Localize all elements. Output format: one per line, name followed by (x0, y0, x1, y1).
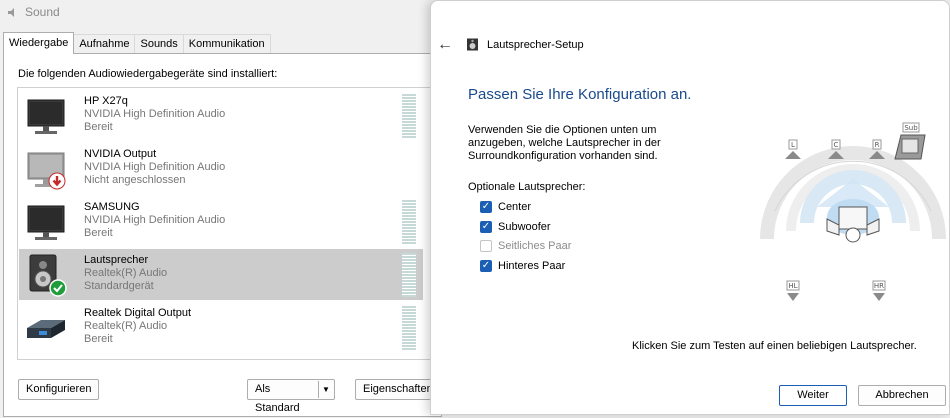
speaker-default-icon (29, 254, 67, 297)
device-status: Bereit (84, 121, 113, 133)
sound-title-bar: Sound (6, 3, 60, 21)
device-driver: NVIDIA High Definition Audio (84, 214, 226, 226)
svg-text:HL: HL (788, 282, 797, 290)
back-arrow-icon[interactable]: ← (437, 37, 453, 53)
device-driver: Realtek(R) Audio (84, 267, 168, 279)
svg-text:Sub: Sub (904, 124, 918, 132)
device-name: Lautsprecher (84, 254, 149, 266)
volume-meter (402, 306, 416, 350)
speaker-left-icon: L (785, 139, 801, 159)
setup-title: Lautsprecher-Setup (487, 39, 584, 51)
checkbox-side-pair: Seitliches Paar (480, 239, 571, 253)
checkbox-subwoofer[interactable]: ✓ Subwoofer (480, 220, 551, 234)
device-driver: NVIDIA High Definition Audio (84, 108, 226, 120)
optional-speakers-label: Optionale Lautsprecher: (468, 181, 586, 193)
chevron-down-icon[interactable]: ▼ (318, 381, 333, 398)
device-name: HP X27q (84, 95, 128, 107)
checkbox-unchecked-icon (480, 240, 492, 252)
set-default-label: Als Standard (255, 383, 300, 414)
speaker-rear-right-icon: HR (872, 280, 886, 301)
checkbox-label: Center (498, 201, 532, 213)
device-item-samsung[interactable]: SAMSUNG NVIDIA High Definition Audio Ber… (19, 196, 423, 247)
checkbox-checked-icon[interactable]: ✓ (480, 260, 492, 272)
speaker-setup-icon (467, 38, 478, 51)
set-default-button[interactable]: Als Standard ▼ (247, 379, 335, 414)
device-driver: NVIDIA High Definition Audio (84, 161, 226, 173)
volume-meter (402, 200, 416, 244)
subwoofer-icon: Sub (894, 122, 926, 160)
digital-output-icon (27, 320, 65, 338)
checkbox-label: Hinteres Paar (498, 260, 566, 272)
device-status: Nicht angeschlossen (84, 174, 186, 186)
checkbox-center[interactable]: ✓ Center (480, 200, 531, 214)
device-name: Realtek Digital Output (84, 307, 191, 319)
device-list[interactable]: HP X27q NVIDIA High Definition Audio Ber… (17, 87, 432, 360)
speaker-layout-diagram: L C R Sub HL HR (760, 122, 946, 301)
volume-meter (402, 94, 416, 138)
svg-text:HR: HR (874, 282, 884, 290)
device-item-nvidia-output[interactable]: NVIDIA Output NVIDIA High Definition Aud… (19, 143, 423, 194)
volume-meter (402, 253, 416, 297)
monitor-icon (27, 205, 65, 240)
speaker-setup-dialog: ← Lautsprecher-Setup Passen Sie Ihre Kon… (430, 0, 950, 415)
setup-description: Verwenden Sie die Optionen unten um anzu… (468, 124, 661, 162)
speaker-rear-left-icon: HL (786, 280, 800, 301)
test-hint-text: Klicken Sie zum Testen auf einen beliebi… (632, 340, 917, 352)
device-name: NVIDIA Output (84, 148, 157, 160)
device-item-hp-x27q[interactable]: HP X27q NVIDIA High Definition Audio Ber… (19, 90, 423, 141)
configure-button[interactable]: Konfigurieren (18, 379, 100, 400)
device-name: SAMSUNG (84, 201, 140, 213)
page-heading: Passen Sie Ihre Konfiguration an. (468, 86, 692, 103)
sound-tabs: Wiedergabe Aufnahme Sounds Kommunikation (3, 32, 271, 54)
checkbox-label: Seitliches Paar (498, 240, 572, 252)
cancel-button[interactable]: Abbrechen (858, 385, 946, 406)
tab-kommunikation[interactable]: Kommunikation (182, 34, 271, 54)
sound-window-title: Sound (25, 5, 60, 19)
installed-devices-label: Die folgenden Audiowiedergabegeräte sind… (18, 68, 278, 80)
device-item-realtek-digital-output[interactable]: Realtek Digital Output Realtek(R) Audio … (19, 302, 423, 353)
monitor-icon (27, 99, 65, 134)
tab-aufnahme[interactable]: Aufnahme (73, 34, 136, 54)
next-button[interactable]: Weiter (779, 385, 847, 406)
svg-text:L: L (791, 141, 795, 149)
device-status: Bereit (84, 333, 113, 345)
device-status: Standardgerät (84, 280, 154, 292)
device-status: Bereit (84, 227, 113, 239)
tab-wiedergabe[interactable]: Wiedergabe (3, 32, 75, 54)
checkbox-label: Subwoofer (498, 221, 551, 233)
device-item-lautsprecher[interactable]: Lautsprecher Realtek(R) Audio Standardge… (19, 249, 423, 300)
monitor-disconnected-icon (27, 152, 66, 190)
svg-text:R: R (875, 141, 880, 149)
device-driver: Realtek(R) Audio (84, 320, 168, 332)
checkbox-checked-icon[interactable]: ✓ (480, 201, 492, 213)
properties-button[interactable]: Eigenschaften (355, 379, 435, 400)
tab-sounds[interactable]: Sounds (134, 34, 184, 54)
svg-text:C: C (834, 141, 839, 149)
checkbox-checked-icon[interactable]: ✓ (480, 221, 492, 233)
sound-app-icon (8, 7, 14, 17)
checkbox-rear-pair[interactable]: ✓ Hinteres Paar (480, 259, 565, 273)
sound-window: Sound Wiedergabe Aufnahme Sounds Kommuni… (0, 0, 442, 417)
